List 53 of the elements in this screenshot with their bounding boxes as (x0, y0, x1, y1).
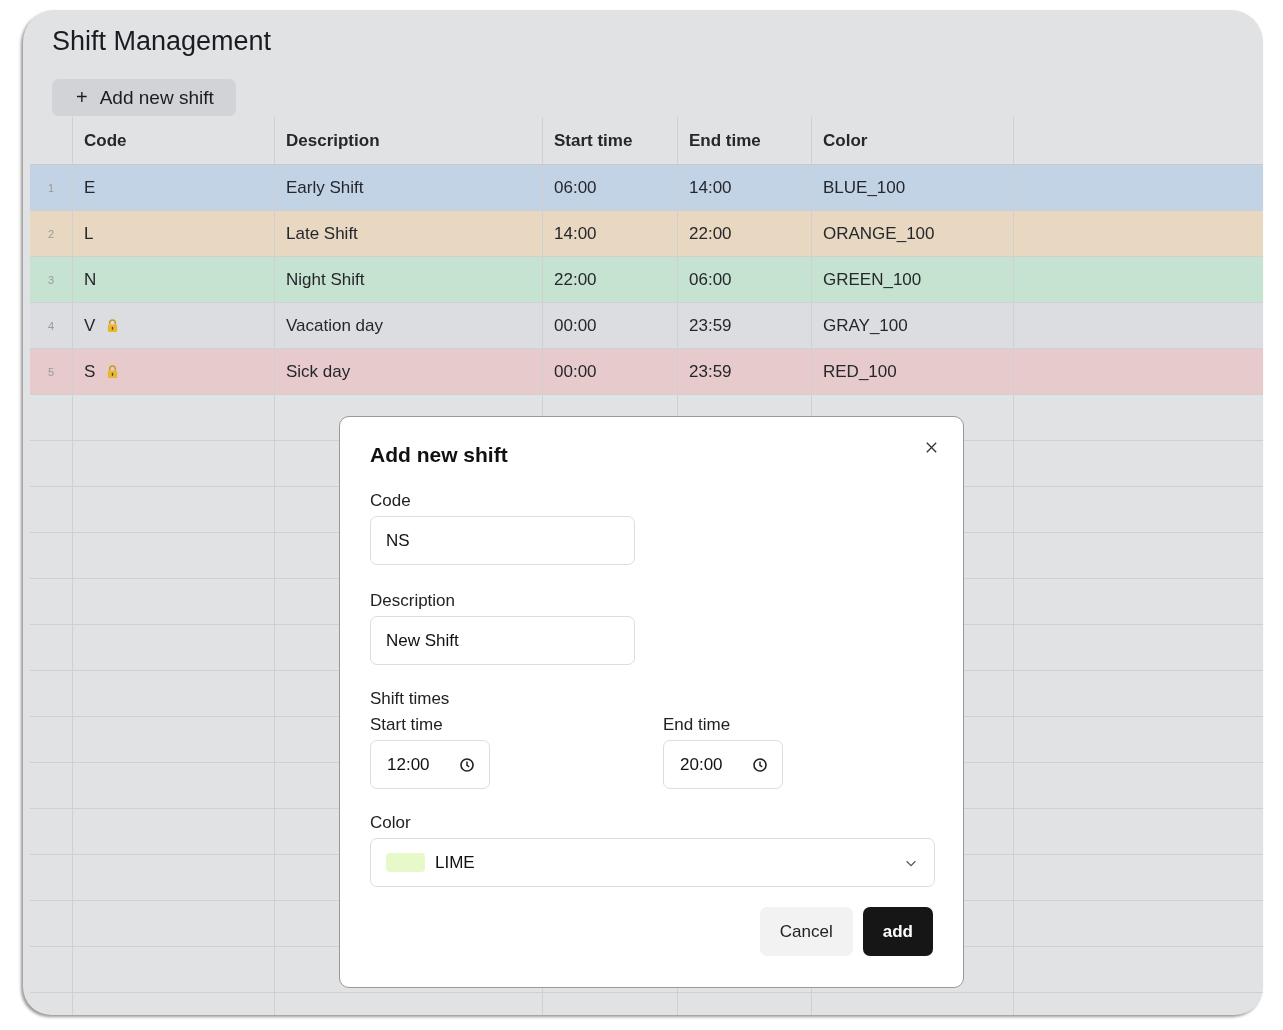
table-cell: ORANGE_100 (823, 223, 935, 244)
row-number: 1 (30, 165, 73, 210)
table-cell: 23:59 (689, 315, 732, 336)
table-cell: Sick day (286, 361, 351, 382)
field-label: Color (370, 813, 412, 833)
table-cell: Vacation day (286, 315, 384, 336)
field-label: Code (370, 491, 412, 511)
row-number: 2 (30, 211, 73, 256)
table-cell: 06:00 (554, 177, 597, 198)
clock-icon (459, 756, 475, 773)
row-number: 3 (30, 257, 73, 302)
text-field[interactable]: New Shift (370, 616, 635, 665)
cancel-button[interactable]: Cancel (759, 907, 853, 956)
table-cell: S (84, 361, 96, 382)
table-cell: 06:00 (689, 269, 732, 290)
row-number: 4 (30, 303, 73, 348)
add-shift-button[interactable]: + Add new shift (52, 79, 236, 116)
page-title: Shift Management (52, 26, 273, 57)
table-cell: 00:00 (554, 315, 597, 336)
time-field[interactable]: 20:00 (663, 740, 783, 789)
color-dropdown[interactable]: LIME (370, 838, 935, 887)
field-label: Description (370, 591, 457, 611)
table-cell: L (84, 223, 94, 244)
table-cell: GREEN_100 (823, 269, 922, 290)
column-header: Start time (543, 117, 678, 164)
table-cell: 23:59 (689, 361, 732, 382)
table-cell: V (84, 315, 96, 336)
table-cell: 00:00 (554, 361, 597, 382)
table-cell: 22:00 (689, 223, 732, 244)
clock-icon (752, 756, 768, 773)
column-header: Code (73, 117, 275, 164)
add-button[interactable]: add (862, 907, 933, 956)
table-cell: Late Shift (286, 223, 358, 244)
table-cell: GRAY_100 (823, 315, 908, 336)
field-label: End time (663, 715, 732, 735)
table-cell: 14:00 (554, 223, 597, 244)
dialog-title: Add new shift (370, 443, 509, 467)
table-cell: E (84, 177, 96, 198)
table-cell: BLUE_100 (823, 177, 906, 198)
field-label: Start time (370, 715, 444, 735)
table-cell: Early Shift (286, 177, 364, 198)
table-cell: RED_100 (823, 361, 897, 382)
column-header: End time (678, 117, 812, 164)
row-number: 5 (30, 349, 73, 394)
section-heading: Shift times (370, 689, 451, 709)
column-header: Color (812, 117, 1014, 164)
time-field[interactable]: 12:00 (370, 740, 490, 789)
text-field[interactable]: NS (370, 516, 635, 565)
table-cell: 14:00 (689, 177, 732, 198)
table-cell: 22:00 (554, 269, 597, 290)
column-header: Description (275, 117, 543, 164)
table-cell: Night Shift (286, 269, 365, 290)
table-cell: N (84, 269, 97, 290)
